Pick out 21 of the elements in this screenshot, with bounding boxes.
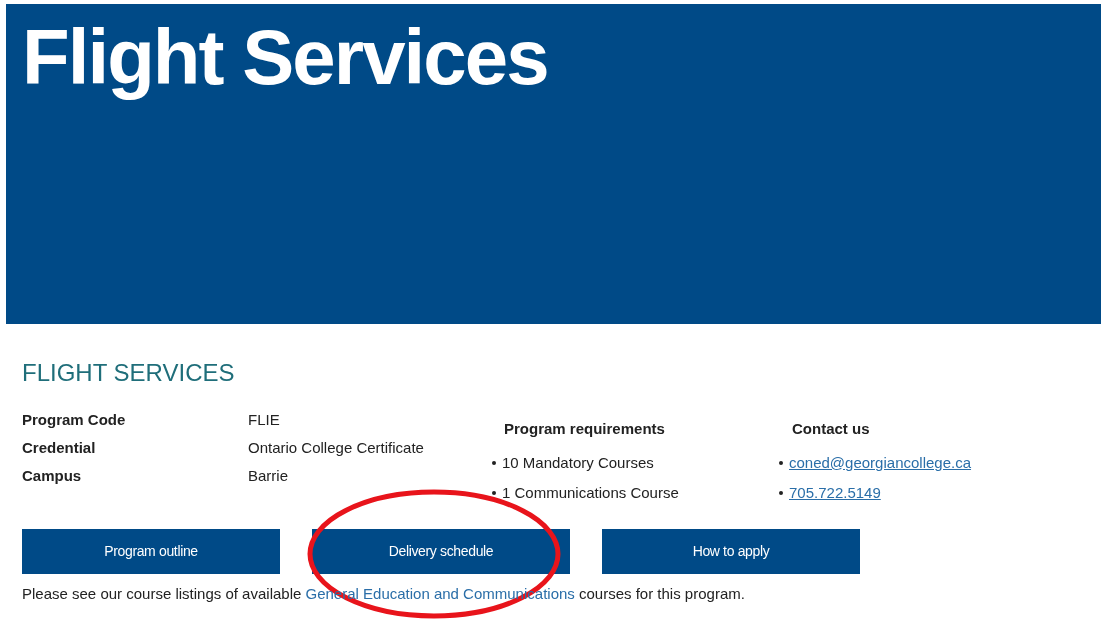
bullet-icon [779, 490, 783, 495]
detail-value: FLIE [248, 410, 281, 430]
requirements-title: Program requirements [504, 419, 665, 439]
bullet-icon [779, 460, 783, 465]
detail-label: Credential [22, 438, 97, 458]
nav-button[interactable]: How to apply [602, 529, 860, 574]
contact-title: Contact us [792, 419, 870, 439]
bullet-icon [492, 460, 496, 465]
contact-link[interactable]: 705.722.5149 [789, 482, 881, 503]
requirement-item: 10 Mandatory Courses [502, 452, 654, 473]
detail-value: Ontario College Certificate [248, 438, 425, 458]
nav-button[interactable]: Delivery schedule [312, 529, 570, 574]
section-heading: FLIGHT SERVICES [22, 358, 235, 388]
contact-link[interactable]: coned@georgiancollege.ca [789, 452, 972, 473]
detail-label: Campus [22, 466, 83, 486]
detail-value: Barrie [248, 466, 289, 486]
nav-button[interactable]: Program outline [22, 529, 280, 574]
detail-label: Program Code [22, 410, 127, 430]
banner-title: Flight Services [22, 12, 548, 102]
requirement-item: 1 Communications Course [502, 482, 679, 503]
bullet-icon [492, 490, 496, 495]
